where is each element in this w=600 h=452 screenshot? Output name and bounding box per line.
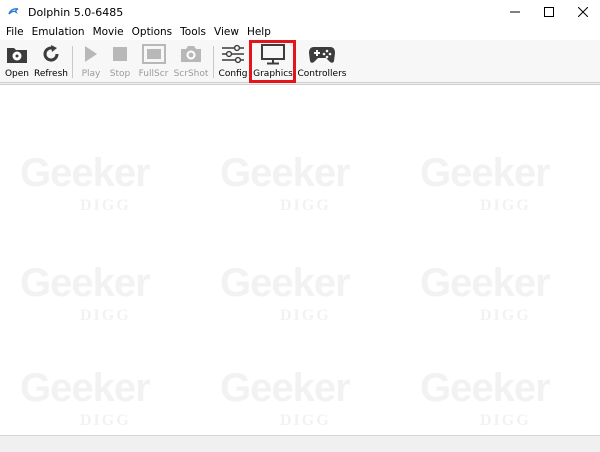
- maximize-icon[interactable]: [532, 0, 566, 24]
- watermark-logo: Geeker DIGG: [220, 235, 370, 325]
- scrshot-label: ScrShot: [173, 69, 209, 79]
- toolbar-separator: [72, 46, 73, 78]
- fullscr-label: FullScr: [138, 69, 169, 79]
- watermark-text: Geeker: [420, 366, 551, 410]
- watermark-subtext: DIGG: [280, 307, 331, 324]
- watermark-text: Geeker: [420, 151, 551, 195]
- dolphin-icon: [6, 4, 22, 20]
- watermark-logo: Geeker DIGG: [220, 125, 370, 215]
- watermark-text: Geeker: [220, 366, 351, 410]
- minimize-icon[interactable]: [498, 0, 532, 24]
- menu-movie[interactable]: Movie: [89, 24, 128, 40]
- title-bar[interactable]: Dolphin 5.0-6485: [0, 0, 600, 24]
- watermark-subtext: DIGG: [480, 197, 531, 214]
- watermark-subtext: DIGG: [80, 307, 131, 324]
- controllers-button[interactable]: Controllers: [298, 42, 346, 82]
- menu-tools[interactable]: Tools: [176, 24, 210, 40]
- watermark-subtext: DIGG: [280, 412, 331, 429]
- fullscreen-icon: [141, 42, 166, 66]
- menu-view[interactable]: View: [210, 24, 243, 40]
- watermark-subtext: DIGG: [480, 307, 531, 324]
- controllers-label: Controllers: [297, 69, 347, 79]
- menu-options[interactable]: Options: [128, 24, 177, 40]
- window-title: Dolphin 5.0-6485: [28, 5, 124, 19]
- open-button[interactable]: Open: [4, 42, 30, 82]
- watermark-logo: Geeker DIGG: [220, 340, 370, 430]
- watermark-logo: Geeker DIGG: [420, 340, 570, 430]
- folder-open-icon: [6, 42, 28, 66]
- graphics-highlight-box: [249, 40, 296, 83]
- close-icon[interactable]: [566, 0, 600, 24]
- menu-bar: File Emulation Movie Options Tools View …: [0, 24, 600, 40]
- menu-emulation[interactable]: Emulation: [28, 24, 89, 40]
- watermark-text: Geeker: [20, 261, 151, 305]
- fullscr-button[interactable]: FullScr: [137, 42, 170, 82]
- sliders-icon: [221, 42, 245, 66]
- stop-button[interactable]: Stop: [108, 42, 132, 82]
- watermark-text: Geeker: [20, 151, 151, 195]
- open-label: Open: [4, 69, 30, 79]
- stop-label: Stop: [109, 69, 131, 79]
- watermark-subtext: DIGG: [80, 197, 131, 214]
- config-label: Config: [218, 69, 248, 79]
- play-button[interactable]: Play: [79, 42, 103, 82]
- watermark-logo: Geeker DIGG: [20, 125, 170, 215]
- window-controls: [498, 0, 600, 24]
- watermark-text: Geeker: [420, 261, 551, 305]
- stop-icon: [112, 42, 128, 66]
- menu-file[interactable]: File: [2, 24, 28, 40]
- toolbar: Open Refresh Play Stop FullScr ScrShot C…: [0, 40, 600, 83]
- camera-icon: [179, 42, 203, 66]
- watermark-text: Geeker: [20, 366, 151, 410]
- watermark-logo: Geeker DIGG: [20, 235, 170, 325]
- dolphin-window: Dolphin 5.0-6485 File Emulation Movie Op…: [0, 0, 600, 452]
- refresh-icon: [41, 42, 61, 66]
- play-icon: [83, 42, 99, 66]
- watermark-text: Geeker: [220, 261, 351, 305]
- menu-help[interactable]: Help: [243, 24, 275, 40]
- play-label: Play: [81, 69, 101, 79]
- game-list-area[interactable]: Geeker DIGG Geeker DIGG Geeker DIGG Geek…: [0, 84, 600, 435]
- watermark-logo: Geeker DIGG: [20, 340, 170, 430]
- gamepad-icon: [308, 42, 336, 66]
- watermark-logo: Geeker DIGG: [420, 235, 570, 325]
- status-bar: [0, 435, 600, 452]
- scrshot-button[interactable]: ScrShot: [173, 42, 209, 82]
- refresh-button[interactable]: Refresh: [34, 42, 68, 82]
- config-button[interactable]: Config: [218, 42, 248, 82]
- watermark-subtext: DIGG: [480, 412, 531, 429]
- watermark-subtext: DIGG: [280, 197, 331, 214]
- watermark-subtext: DIGG: [80, 412, 131, 429]
- watermark-text: Geeker: [220, 151, 351, 195]
- toolbar-separator: [213, 46, 214, 78]
- watermark-logo: Geeker DIGG: [420, 125, 570, 215]
- refresh-label: Refresh: [34, 69, 68, 79]
